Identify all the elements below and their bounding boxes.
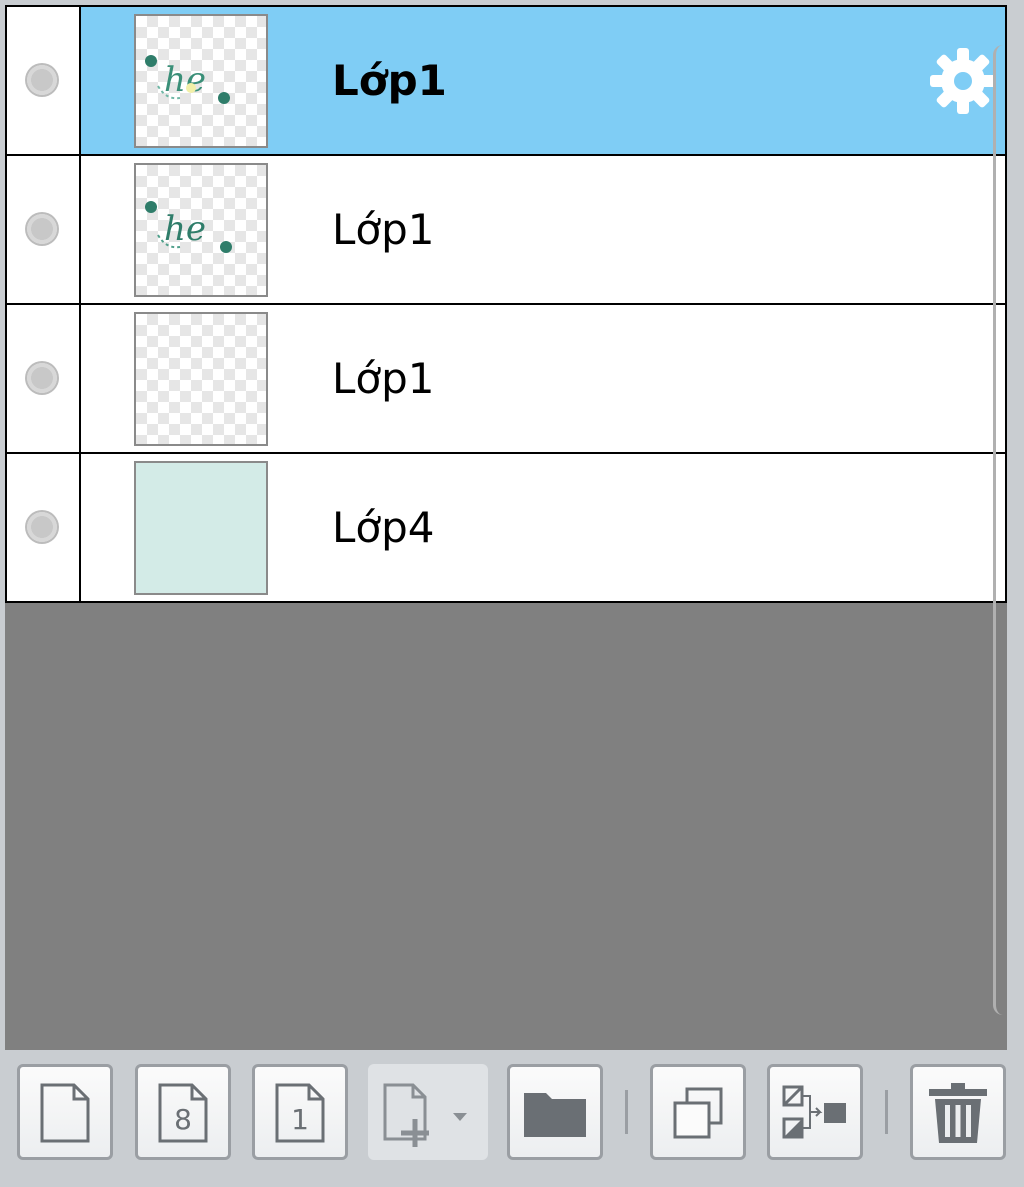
visibility-toggle-icon[interactable] [25, 212, 59, 246]
visibility-toggle-icon[interactable] [25, 63, 59, 97]
layer-thumbnail [134, 312, 268, 446]
layer-row[interactable]: Lớp4 [5, 452, 1007, 603]
merge-layer-icon [782, 1085, 846, 1139]
gear-icon[interactable] [929, 47, 997, 115]
visibility-toggle-icon[interactable] [25, 361, 59, 395]
layer-toolbar: 8 1 [5, 1050, 1024, 1187]
merge-layer-button[interactable] [767, 1064, 863, 1160]
new-8bit-layer-button[interactable]: 8 [135, 1064, 231, 1160]
layer-thumbnail: he [134, 14, 268, 148]
layer-thumbnail: he [134, 163, 268, 297]
svg-text:he: he [164, 209, 206, 249]
layer-name: Lớp1 [332, 205, 435, 254]
scrollbar-edge[interactable] [993, 45, 1007, 1015]
layer-row[interactable]: he Lớp1 [5, 154, 1007, 305]
visibility-column [7, 7, 81, 154]
visibility-column [7, 156, 81, 303]
layer-thumbnail [134, 461, 268, 595]
layer-name: Lớp1 [332, 56, 447, 105]
new-layer-button[interactable] [17, 1064, 113, 1160]
layer-panel: he Lớp1 he Lớp1 Lớp1 Lớp4 [5, 5, 1007, 1050]
toolbar-separator [625, 1090, 628, 1134]
new-layer-icon [40, 1083, 90, 1143]
layer-name: Lớp1 [332, 354, 435, 403]
visibility-column [7, 305, 81, 452]
folder-icon [524, 1093, 586, 1137]
svg-text:8: 8 [174, 1103, 192, 1136]
add-layer-dropdown-button[interactable] [368, 1064, 488, 1160]
add-layer-dropdown-icon [383, 1083, 467, 1147]
svg-text:1: 1 [291, 1103, 309, 1136]
duplicate-layer-icon [673, 1087, 723, 1139]
layer-row[interactable]: he Lớp1 [5, 5, 1007, 156]
layer-name: Lớp4 [332, 503, 435, 552]
new-layer-1bit-icon: 1 [275, 1083, 325, 1143]
visibility-toggle-icon[interactable] [25, 510, 59, 544]
new-folder-button[interactable] [507, 1064, 603, 1160]
svg-text:he: he [164, 60, 206, 100]
new-1bit-layer-button[interactable]: 1 [252, 1064, 348, 1160]
new-layer-8bit-icon: 8 [158, 1083, 208, 1143]
toolbar-separator [885, 1090, 888, 1134]
duplicate-layer-button[interactable] [650, 1064, 746, 1160]
trash-icon [929, 1083, 987, 1143]
visibility-column [7, 454, 81, 601]
delete-layer-button[interactable] [910, 1064, 1006, 1160]
layer-row[interactable]: Lớp1 [5, 303, 1007, 454]
layer-list: he Lớp1 he Lớp1 Lớp1 Lớp4 [5, 5, 1007, 603]
